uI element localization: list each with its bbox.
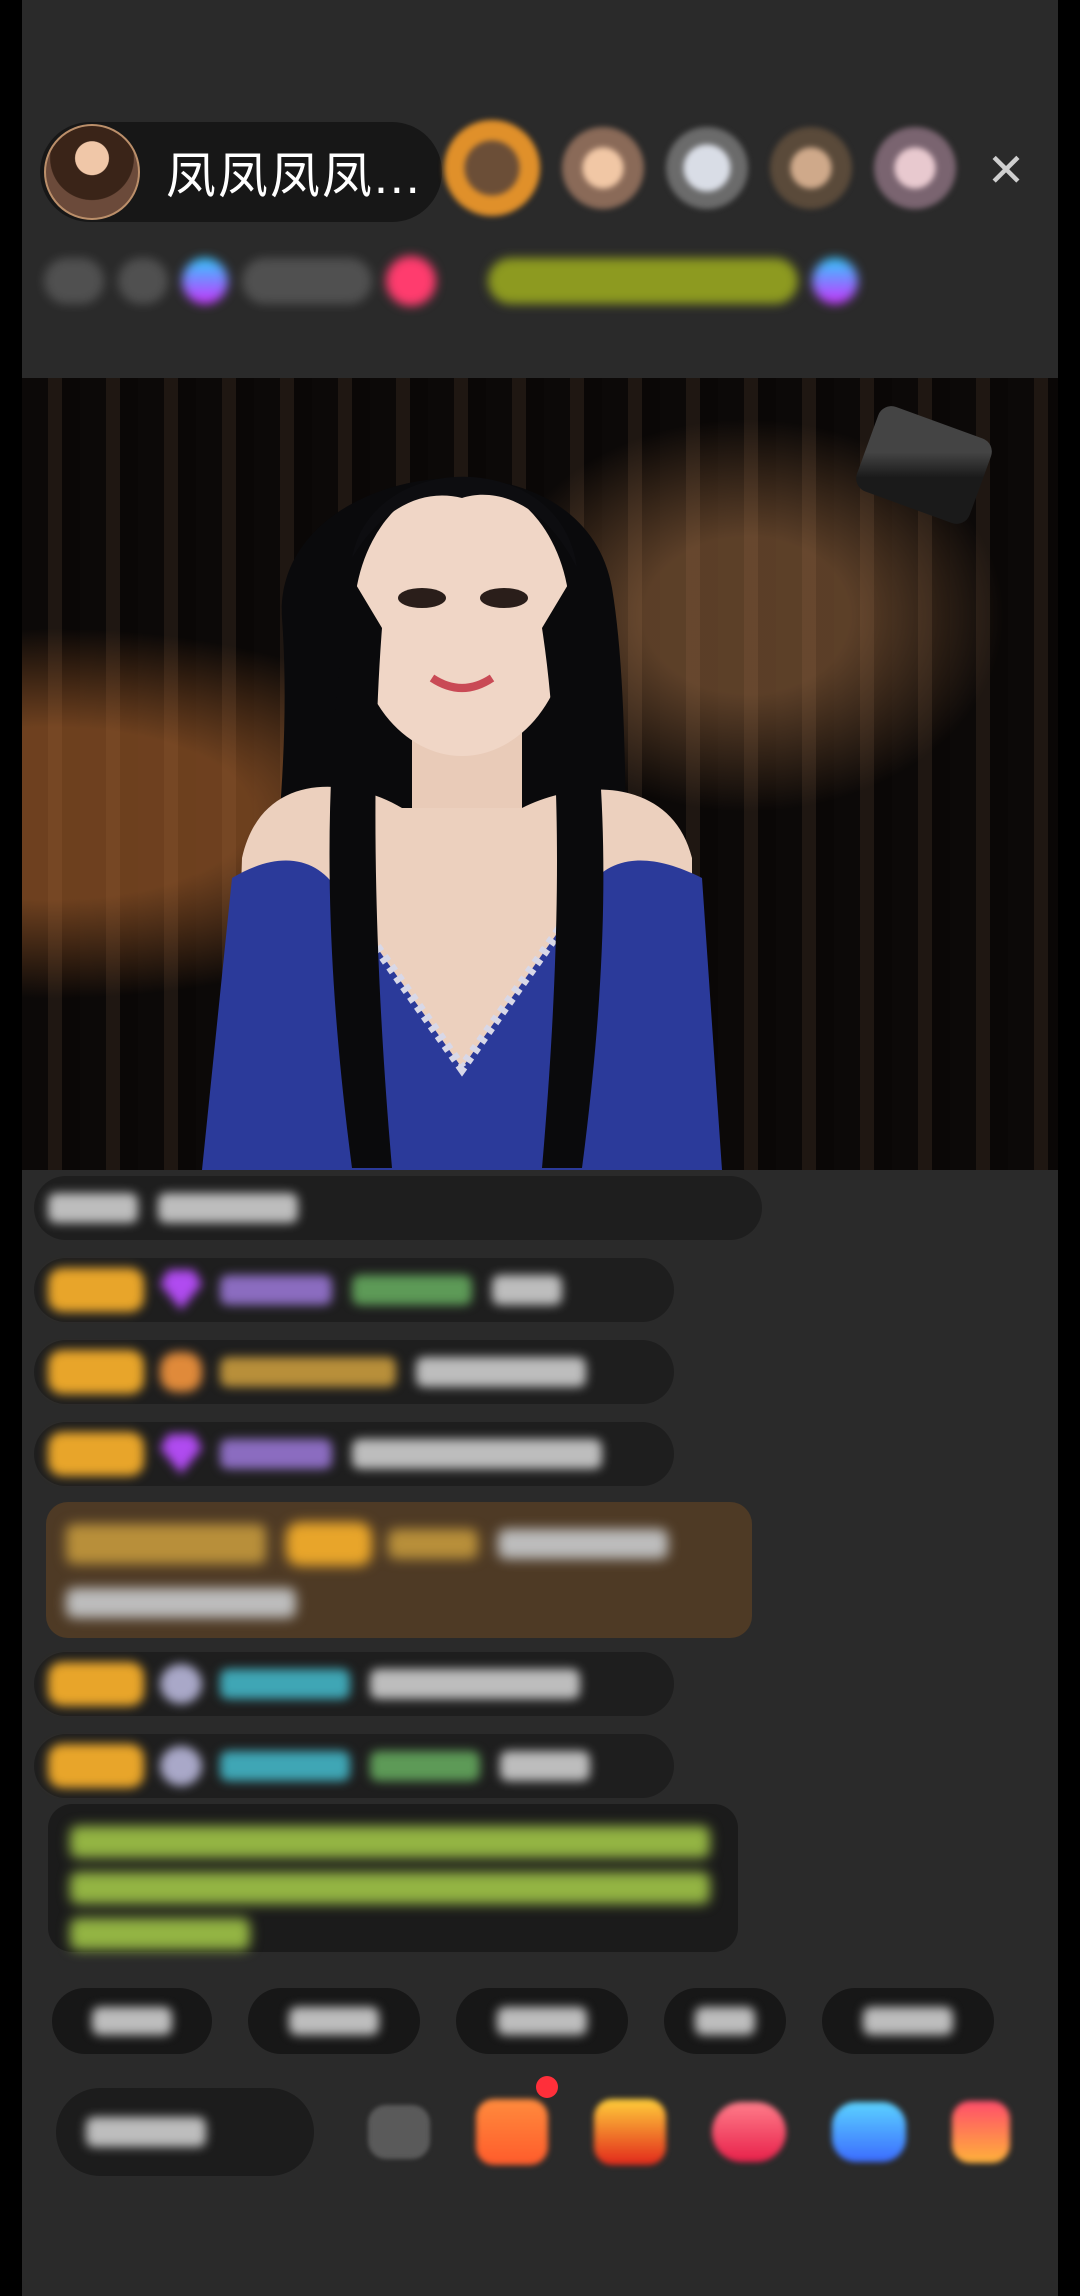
anchor-avatar[interactable] (44, 124, 140, 220)
chat-message[interactable] (34, 1340, 674, 1404)
emoji-icon[interactable] (368, 2105, 430, 2159)
quick-reply-pill[interactable] (248, 1988, 420, 2054)
heart-icon[interactable] (712, 2102, 786, 2162)
anchor-info[interactable]: 凤凤凤凤... (40, 122, 442, 222)
chat-message[interactable] (34, 1734, 674, 1798)
chat-message[interactable] (34, 1176, 762, 1240)
quick-reply-pill[interactable] (822, 1988, 994, 2054)
live-icon[interactable] (386, 256, 436, 306)
level-badge (48, 1432, 144, 1476)
live-room: 凤凤凤凤... ✕ (22, 0, 1058, 2296)
gift-box-icon[interactable] (476, 2099, 548, 2165)
chat-message[interactable] (34, 1258, 674, 1322)
chat-message[interactable] (34, 1652, 674, 1716)
viewer-avatar[interactable] (444, 120, 540, 216)
game-icon[interactable] (832, 2102, 906, 2162)
fan-gem-icon (160, 1434, 202, 1474)
streamer-video-frame (202, 476, 722, 1170)
gift-message[interactable] (46, 1502, 752, 1638)
quick-reply-row (52, 1988, 1058, 2054)
chat-message[interactable] (34, 1422, 674, 1486)
activity-chip[interactable] (242, 258, 372, 304)
live-video[interactable] (22, 378, 1058, 1170)
rank-chip[interactable] (44, 258, 104, 304)
quick-reply-pill[interactable] (52, 1988, 212, 2054)
level-badge (48, 1662, 144, 1706)
fan-gem-icon (160, 1270, 202, 1310)
bonus-icon[interactable] (812, 258, 858, 304)
quick-reply-pill[interactable] (456, 1988, 628, 2054)
fan-badge-icon (160, 1664, 202, 1704)
level-badge (48, 1744, 144, 1788)
notification-dot (536, 2076, 558, 2098)
viewer-avatar[interactable] (562, 127, 644, 209)
hot-chip (118, 258, 168, 304)
menu-icon[interactable] (952, 2101, 1010, 2163)
activity-icon[interactable] (182, 258, 228, 304)
quick-reply-pill[interactable] (664, 1988, 786, 2054)
anchor-name[interactable]: 凤凤凤凤... (166, 136, 434, 208)
level-badge (48, 1268, 144, 1312)
fan-badge-icon (160, 1352, 202, 1392)
close-icon[interactable]: ✕ (982, 146, 1030, 194)
red-packet-icon[interactable] (594, 2099, 666, 2165)
viewer-avatar[interactable] (874, 127, 956, 209)
comment-input[interactable] (56, 2088, 314, 2176)
viewer-avatar[interactable] (770, 127, 852, 209)
room-info-row (44, 246, 1040, 316)
fan-badge-icon (160, 1746, 202, 1786)
top-viewers (444, 120, 978, 216)
level-badge (48, 1350, 144, 1394)
viewer-avatar[interactable] (666, 127, 748, 209)
system-notice (48, 1804, 738, 1952)
notice-chip[interactable] (488, 258, 798, 304)
bottom-toolbar (56, 2084, 1056, 2180)
